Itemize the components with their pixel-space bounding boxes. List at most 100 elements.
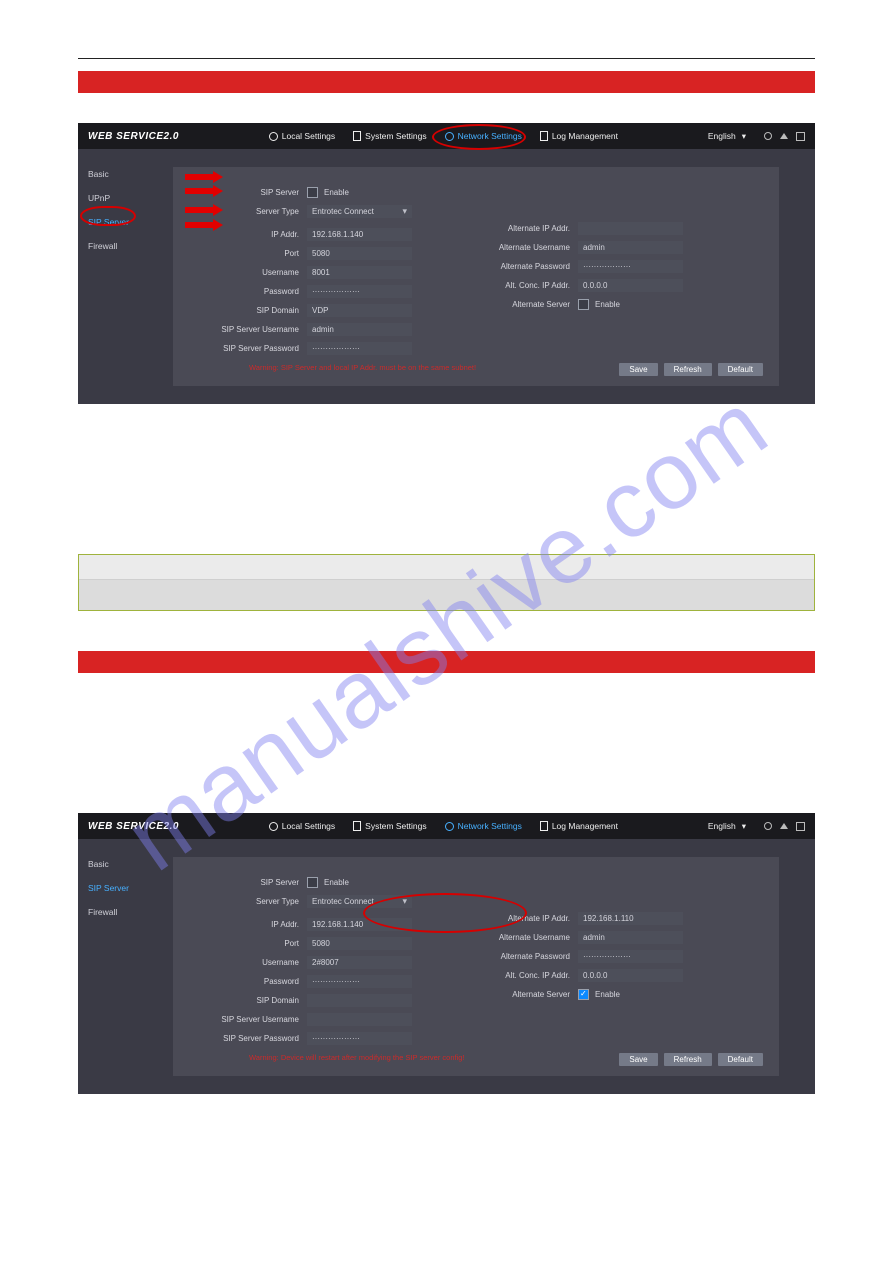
input-username[interactable]: 2#8007 [307, 956, 412, 969]
content-panel: SIP Server Enable Server Type Entrotec C… [173, 857, 779, 1076]
content-panel: SIP Server Enable Server Type Entrotec C… [173, 167, 779, 386]
language-select[interactable]: English▾ [708, 131, 746, 142]
globe-icon [445, 132, 454, 141]
note-body [79, 579, 814, 610]
input-alt-ip[interactable]: 192.168.1.110 [578, 912, 683, 925]
logout-icon[interactable] [796, 822, 805, 831]
nav-system-settings[interactable]: System Settings [353, 131, 426, 141]
sidebar-item-upnp[interactable]: UPnP [88, 193, 173, 203]
logout-icon[interactable] [796, 132, 805, 141]
sidebar-item-sip-server[interactable]: SIP Server [88, 883, 173, 893]
label-server-type: Server Type [191, 207, 307, 216]
sidebar-item-firewall[interactable]: Firewall [88, 907, 173, 917]
label-sip-server-username: SIP Server Username [191, 325, 307, 334]
label-alt-password: Alternate Password [462, 952, 578, 961]
user-icon[interactable] [764, 132, 772, 140]
label-sip-server: SIP Server [191, 878, 307, 887]
checkbox-alt-server-enable[interactable] [578, 989, 589, 1000]
nav-local-settings[interactable]: Local Settings [269, 821, 335, 831]
section-bar-2 [78, 651, 815, 673]
input-sip-domain[interactable] [307, 994, 412, 1007]
nav-log-management[interactable]: Log Management [540, 821, 618, 831]
topbar-icons [764, 132, 805, 141]
label-password: Password [191, 977, 307, 986]
label-port: Port [191, 249, 307, 258]
nav-label: Network Settings [458, 821, 522, 831]
input-sip-server-username[interactable] [307, 1013, 412, 1026]
select-server-type[interactable]: Entrotec Connect [307, 895, 412, 908]
nav-system-settings[interactable]: System Settings [353, 821, 426, 831]
input-sip-server-password[interactable]: ·················· [307, 1032, 412, 1045]
label-alt-username: Alternate Username [462, 933, 578, 942]
form-left-column: SIP Server Enable Server Type Entrotec C… [191, 183, 412, 357]
input-alt-username[interactable]: admin [578, 241, 683, 254]
user-icon[interactable] [764, 822, 772, 830]
input-sip-server-username[interactable]: admin [307, 323, 412, 336]
input-port[interactable]: 5080 [307, 247, 412, 260]
sidebar-item-basic[interactable]: Basic [88, 169, 173, 179]
input-alt-username[interactable]: admin [578, 931, 683, 944]
brand-logo: WEB SERVICE2.0 [88, 131, 179, 142]
default-button[interactable]: Default [718, 363, 763, 376]
nav-label: System Settings [365, 821, 426, 831]
label-username: Username [191, 958, 307, 967]
sidebar: Basic SIP Server Firewall [78, 839, 173, 1094]
brand-logo: WEB SERVICE2.0 [88, 821, 179, 832]
top-horizontal-rule [78, 58, 815, 59]
screenshot-1: WEB SERVICE2.0 Local Settings System Set… [78, 123, 815, 404]
refresh-button[interactable]: Refresh [664, 363, 712, 376]
label-alt-conc-ip: Alt. Conc. IP Addr. [462, 971, 578, 980]
nav-local-settings[interactable]: Local Settings [269, 131, 335, 141]
sliders-icon [353, 131, 361, 141]
sidebar: Basic UPnP SIP Server Firewall [78, 149, 173, 404]
label-sip-domain: SIP Domain [191, 306, 307, 315]
label-username: Username [191, 268, 307, 277]
nav-network-settings[interactable]: Network Settings [445, 821, 522, 831]
input-password[interactable]: ·················· [307, 285, 412, 298]
save-button[interactable]: Save [619, 363, 657, 376]
refresh-button[interactable]: Refresh [664, 1053, 712, 1066]
nav-log-management[interactable]: Log Management [540, 131, 618, 141]
input-alt-conc-ip[interactable]: 0.0.0.0 [578, 279, 683, 292]
checkbox-alt-server-enable[interactable] [578, 299, 589, 310]
gear-icon [269, 822, 278, 831]
select-server-type[interactable]: Entrotec Connect [307, 205, 412, 218]
input-ip-addr[interactable]: 192.168.1.140 [307, 918, 412, 931]
sidebar-item-firewall[interactable]: Firewall [88, 241, 173, 251]
input-port[interactable]: 5080 [307, 937, 412, 950]
home-icon[interactable] [780, 823, 788, 829]
input-alt-conc-ip[interactable]: 0.0.0.0 [578, 969, 683, 982]
language-select[interactable]: English▾ [708, 821, 746, 832]
input-alt-password[interactable]: ·················· [578, 260, 683, 273]
label-sip-server-password: SIP Server Password [191, 344, 307, 353]
checkbox-sip-server-enable[interactable] [307, 877, 318, 888]
input-alt-password[interactable]: ·················· [578, 950, 683, 963]
document-icon [540, 821, 548, 831]
topbar-icons [764, 822, 805, 831]
nav-label: Network Settings [458, 131, 522, 141]
label-ip-addr: IP Addr. [191, 230, 307, 239]
label-ip-addr: IP Addr. [191, 920, 307, 929]
input-alt-ip[interactable] [578, 222, 683, 235]
input-username[interactable]: 8001 [307, 266, 412, 279]
nav-network-settings[interactable]: Network Settings [445, 131, 522, 141]
form-warning-text: Warning: SIP Server and local IP Addr. m… [249, 363, 509, 372]
label-alt-username: Alternate Username [462, 243, 578, 252]
home-icon[interactable] [780, 133, 788, 139]
input-sip-domain[interactable]: VDP [307, 304, 412, 317]
screenshot-2: WEB SERVICE2.0 Local Settings System Set… [78, 813, 815, 1094]
input-ip-addr[interactable]: 192.168.1.140 [307, 228, 412, 241]
label-sip-server-username: SIP Server Username [191, 1015, 307, 1024]
form-left-column: SIP Server Enable Server Type Entrotec C… [191, 873, 412, 1047]
input-sip-server-password[interactable]: ·················· [307, 342, 412, 355]
nav-label: Local Settings [282, 821, 335, 831]
globe-icon [445, 822, 454, 831]
sidebar-item-sip-server[interactable]: SIP Server [88, 217, 173, 227]
checkbox-sip-server-enable[interactable] [307, 187, 318, 198]
input-password[interactable]: ·················· [307, 975, 412, 988]
default-button[interactable]: Default [718, 1053, 763, 1066]
save-button[interactable]: Save [619, 1053, 657, 1066]
label-sip-domain: SIP Domain [191, 996, 307, 1005]
sidebar-item-basic[interactable]: Basic [88, 859, 173, 869]
section-bar-1 [78, 71, 815, 93]
